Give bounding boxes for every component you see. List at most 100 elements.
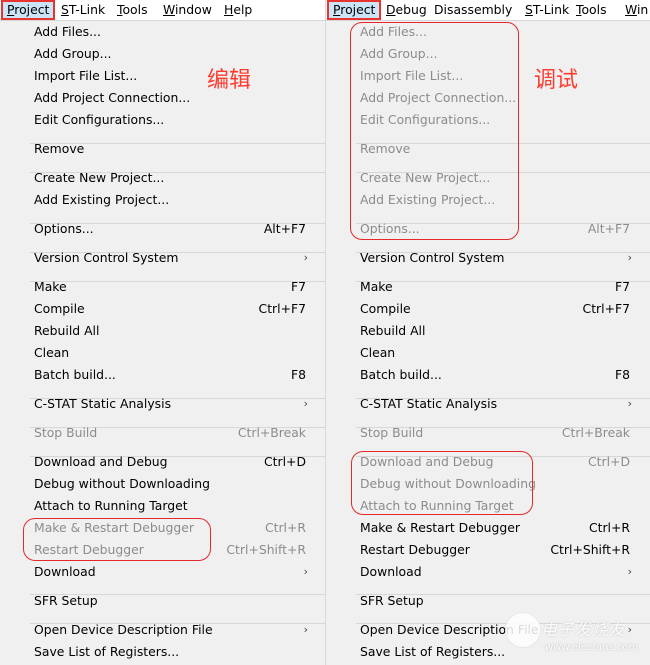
menu-item-import-file-list[interactable]: Import File List... [34, 65, 308, 87]
menu-item-label: Options... [34, 221, 94, 236]
shortcut-label: Ctrl+Shift+R [550, 542, 630, 557]
menu-item-label: Open Device Description File [34, 622, 213, 637]
menubar-item-debug[interactable]: Debug [381, 1, 432, 19]
menu-item-label: Restart Debugger [360, 542, 470, 557]
menubar-item-st-link[interactable]: ST-Link [56, 1, 110, 19]
menubar-item-project[interactable]: Project [326, 0, 382, 20]
menubar-item-tools[interactable]: Tools [112, 1, 153, 19]
menu-item-save-list-of-registers[interactable]: Save List of Registers... [34, 641, 308, 663]
shortcut-label: Ctrl+Break [561, 425, 630, 440]
menu-item-label: Save List of Registers... [34, 644, 180, 659]
chevron-right-icon: › [303, 565, 308, 578]
menu-item-create-new-project[interactable]: Create New Project... [34, 167, 308, 189]
chevron-right-icon: › [627, 565, 632, 578]
menubar-item-tools[interactable]: Tools [571, 1, 612, 19]
watermark-url: www.elecfans.com [545, 642, 639, 653]
menu-item-open-device-description-file[interactable]: Open Device Description File › [34, 619, 308, 641]
annotation-label: 编辑 [207, 68, 252, 93]
menu-item-rebuild-all[interactable]: Rebuild All [34, 320, 308, 342]
menu-item-debug-without-downloading[interactable]: Debug without Downloading [34, 473, 308, 495]
shortcut-label: F7 [290, 279, 306, 294]
menu-item-label: Add Files... [34, 24, 101, 39]
project-menu: Add Files... Add Group... Import File List… [0, 21, 326, 665]
menu-item-label: Compile [360, 301, 411, 316]
menu-item-label: Clean [360, 345, 396, 360]
menu-item-c-stat-static-analysis[interactable]: C-STAT Static Analysis › [34, 393, 308, 415]
menu-item-attach-to-running-target[interactable]: Attach to Running Target [34, 495, 308, 517]
menu-item-label: C-STAT Static Analysis [34, 396, 172, 411]
menu-item-label: Download [360, 564, 422, 579]
menu-item-label: Version Control System [360, 250, 505, 265]
annotation-box [351, 451, 533, 515]
shortcut-label: Ctrl+R [588, 520, 630, 535]
menubar-item-st-link[interactable]: ST-Link [520, 1, 574, 19]
menu-item-label: Batch build... [360, 367, 442, 382]
menu-item-label: Stop Build [34, 425, 98, 440]
menu-item-label: Edit Configurations... [34, 112, 165, 127]
menu-item-sfr-setup[interactable]: SFR Setup [34, 590, 308, 612]
menubar-item-window[interactable]: Window [158, 1, 217, 19]
menu-item-label: Stop Build [360, 425, 424, 440]
menu-item-download[interactable]: Download › [360, 561, 632, 583]
menu-item-version-control-system[interactable]: Version Control System › [34, 247, 308, 269]
menu-item-compile[interactable]: Compile Ctrl+F7 [360, 298, 632, 320]
shortcut-label: F8 [290, 367, 306, 382]
menu-item-download-and-debug[interactable]: Download and Debug Ctrl+D [34, 451, 308, 473]
annotation-box [350, 22, 519, 240]
menubar-item-help[interactable]: Help [219, 1, 257, 19]
menu-item-label: Batch build... [34, 367, 116, 382]
menu-item-label: Make [34, 279, 67, 294]
menu-item-rebuild-all[interactable]: Rebuild All [360, 320, 632, 342]
watermark: 电子发烧友 www.elecfans.com [505, 610, 650, 665]
watermark-logo-icon [505, 612, 541, 648]
chevron-right-icon: › [303, 397, 308, 410]
menu-item-stop-build: Stop Build Ctrl+Break [360, 422, 632, 444]
watermark-text: 电子发烧友 [541, 620, 627, 639]
annotation-box [23, 518, 211, 561]
shortcut-label: Ctrl+F7 [582, 301, 630, 316]
menu-item-clean[interactable]: Clean [360, 342, 632, 364]
menu-item-label: Rebuild All [34, 323, 100, 338]
menu-item-stop-build: Stop Build Ctrl+Break [34, 422, 308, 444]
shortcut-label: Ctrl+R [264, 520, 306, 535]
menu-item-label: C-STAT Static Analysis [360, 396, 498, 411]
menu-item-remove[interactable]: Remove [34, 138, 308, 160]
menu-item-add-group[interactable]: Add Group... [34, 43, 308, 65]
menubar-item-disassembly[interactable]: Disassembly [429, 1, 517, 19]
menu-item-batch-build[interactable]: Batch build... F8 [34, 364, 308, 386]
left-panel-edit-mode: Project ST-Link Tools Window Help Add Files.… [0, 0, 326, 665]
shortcut-label: Ctrl+D [264, 454, 306, 469]
menu-item-make[interactable]: Make F7 [34, 276, 308, 298]
shortcut-label: Ctrl+Shift+R [226, 542, 306, 557]
menu-item-make-restart-debugger[interactable]: Make & Restart Debugger Ctrl+R [360, 517, 632, 539]
menu-item-add-existing-project[interactable]: Add Existing Project... [34, 189, 308, 211]
menu-item-add-files[interactable]: Add Files... [34, 21, 308, 43]
menu-item-edit-configurations[interactable]: Edit Configurations... [34, 109, 308, 131]
menu-item-label: Download [34, 564, 96, 579]
menubar-item-win[interactable]: Win [620, 1, 650, 19]
menu-item-add-project-connection[interactable]: Add Project Connection... [34, 87, 308, 109]
menu-item-compile[interactable]: Compile Ctrl+F7 [34, 298, 308, 320]
menu-item-label: Compile [34, 301, 85, 316]
chevron-right-icon: › [303, 251, 308, 264]
menu-item-download[interactable]: Download › [34, 561, 308, 583]
menu-item-options[interactable]: Options... Alt+F7 [34, 218, 308, 240]
menu-item-restart-debugger[interactable]: Restart Debugger Ctrl+Shift+R [360, 539, 632, 561]
menu-item-clean[interactable]: Clean [34, 342, 308, 364]
menu-item-version-control-system[interactable]: Version Control System › [360, 247, 632, 269]
shortcut-label: Alt+F7 [263, 221, 306, 236]
menu-item-label: Create New Project... [34, 170, 165, 185]
annotation-label: 调试 [534, 68, 579, 93]
menubar-item-project[interactable]: Project [0, 0, 56, 20]
menu-item-label: Save List of Registers... [360, 644, 506, 659]
shortcut-label: Ctrl+D [588, 454, 630, 469]
menu-item-label: Remove [34, 141, 85, 156]
menu-item-c-stat-static-analysis[interactable]: C-STAT Static Analysis › [360, 393, 632, 415]
menu-item-sfr-setup[interactable]: SFR Setup [360, 590, 632, 612]
menu-item-label: Make [360, 279, 393, 294]
menu-item-label: Version Control System [34, 250, 179, 265]
menu-item-label: SFR Setup [360, 593, 424, 608]
menu-item-make[interactable]: Make F7 [360, 276, 632, 298]
menu-item-batch-build[interactable]: Batch build... F8 [360, 364, 632, 386]
menu-item-label: Add Project Connection... [34, 90, 191, 105]
